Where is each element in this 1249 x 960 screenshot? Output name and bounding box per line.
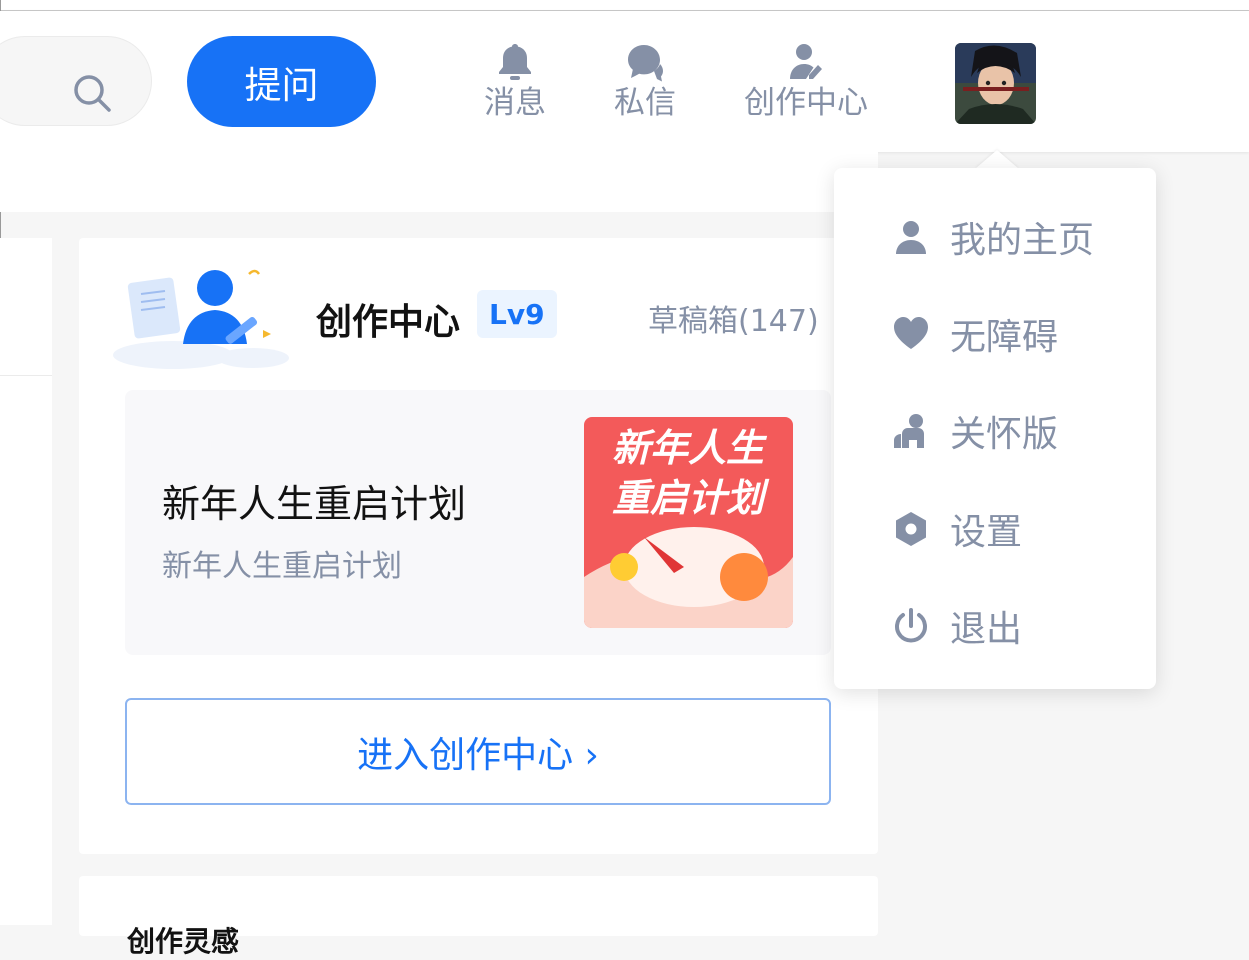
next-card-title: 创作灵感 — [127, 925, 240, 958]
power-icon — [895, 608, 927, 643]
nav-label: 私信 — [614, 85, 676, 121]
care-icon — [894, 414, 924, 448]
ask-question-button[interactable]: 提问 — [187, 36, 376, 127]
menu-item-accessibility[interactable]: 无障碍 — [892, 309, 1058, 359]
menu-item-label: 设置 — [950, 512, 1023, 553]
nav-label: 消息 — [484, 85, 546, 121]
avatar[interactable] — [955, 43, 1036, 124]
sub-toolbar — [0, 152, 878, 212]
level-badge: Lv9 — [477, 290, 557, 338]
enter-creator-center-button[interactable]: 进入创作中心 › — [125, 698, 831, 805]
promo-image-title-2: 重启计划 — [612, 476, 770, 520]
window-top-border — [0, 0, 1249, 11]
menu-item-label: 关怀版 — [950, 414, 1059, 455]
promo-image-title-1: 新年人生 — [612, 426, 768, 470]
nav-messages[interactable]: 消息 — [484, 41, 546, 121]
promo-title: 新年人生重启计划 — [162, 482, 467, 526]
user-dropdown-menu: 我的主页 无障碍 关怀版 设置 退出 — [834, 168, 1156, 689]
creator-icon — [790, 44, 822, 79]
creator-card-title: 创作中心 — [316, 302, 461, 343]
nav-private-messages[interactable]: 私信 — [614, 41, 676, 121]
menu-item-care-version[interactable]: 关怀版 — [892, 406, 1058, 456]
nav-creator-center[interactable]: 创作中心 — [744, 41, 868, 121]
promo-subtitle: 新年人生重启计划 — [162, 549, 402, 584]
search-icon[interactable] — [72, 73, 112, 113]
promo-image: 新年人生 重启计划 — [584, 417, 793, 628]
dropdown-caret — [975, 150, 1019, 169]
top-header: 提问 消息 私信 创作中心 — [0, 11, 1249, 152]
settings-hexagon-icon — [896, 512, 926, 546]
user-icon — [896, 221, 926, 254]
menu-item-label: 退出 — [950, 609, 1023, 650]
menu-item-settings[interactable]: 设置 — [892, 504, 1022, 554]
promo-banner[interactable]: 新年人生重启计划 新年人生重启计划 新年人生 重启计划 — [125, 390, 831, 655]
bell-icon — [499, 44, 531, 80]
drafts-link[interactable]: 草稿箱(147) — [648, 296, 819, 340]
menu-item-logout[interactable]: 退出 — [892, 601, 1022, 651]
divider — [0, 375, 52, 376]
menu-item-label: 我的主页 — [950, 220, 1095, 261]
menu-item-my-homepage[interactable]: 我的主页 — [892, 212, 1094, 262]
next-card: 创作灵感 — [79, 876, 878, 958]
chat-bubble-icon — [628, 45, 663, 82]
nav-label: 创作中心 — [744, 85, 868, 121]
heart-icon — [894, 317, 928, 349]
left-content-card — [0, 238, 52, 925]
menu-item-label: 无障碍 — [950, 317, 1059, 358]
creator-illustration-icon — [113, 269, 289, 369]
creator-center-card: 创作中心 Lv9 草稿箱(147) 新年人生重启计划 新年人生重启计划 新年人生… — [79, 238, 878, 854]
